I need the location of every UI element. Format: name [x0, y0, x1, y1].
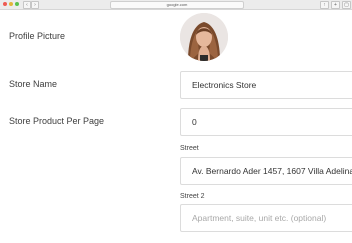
- avatar-image: [180, 13, 228, 61]
- forward-icon[interactable]: ›: [31, 1, 39, 9]
- new-tab-icon[interactable]: +: [331, 1, 340, 9]
- share-icon[interactable]: ↑: [320, 1, 329, 9]
- close-window-button[interactable]: [3, 2, 7, 6]
- street-label: Street: [180, 145, 199, 152]
- avatar[interactable]: [180, 13, 228, 61]
- profile-picture-label: Profile Picture: [9, 31, 66, 41]
- store-name-input[interactable]: Electronics Store: [180, 71, 352, 99]
- minimize-window-button[interactable]: [9, 2, 13, 6]
- store-product-per-page-input[interactable]: 0: [180, 108, 352, 136]
- back-icon[interactable]: ‹: [23, 1, 31, 9]
- street-input[interactable]: Av. Bernardo Ader 1457, 1607 Villa Adeli…: [180, 157, 352, 185]
- tabs-overview-icon[interactable]: ▢: [342, 1, 351, 9]
- street-2-label: Street 2: [180, 193, 205, 200]
- browser-toolbar: ‹ › google.com ↑ + ▢: [0, 0, 352, 10]
- store-product-per-page-label: Store Product Per Page: [9, 116, 105, 126]
- street-2-input[interactable]: Apartment, suite, unit etc. (optional): [180, 204, 352, 232]
- maximize-window-button[interactable]: [15, 2, 19, 6]
- store-name-label: Store Name: [9, 79, 58, 89]
- address-bar[interactable]: google.com: [110, 1, 244, 9]
